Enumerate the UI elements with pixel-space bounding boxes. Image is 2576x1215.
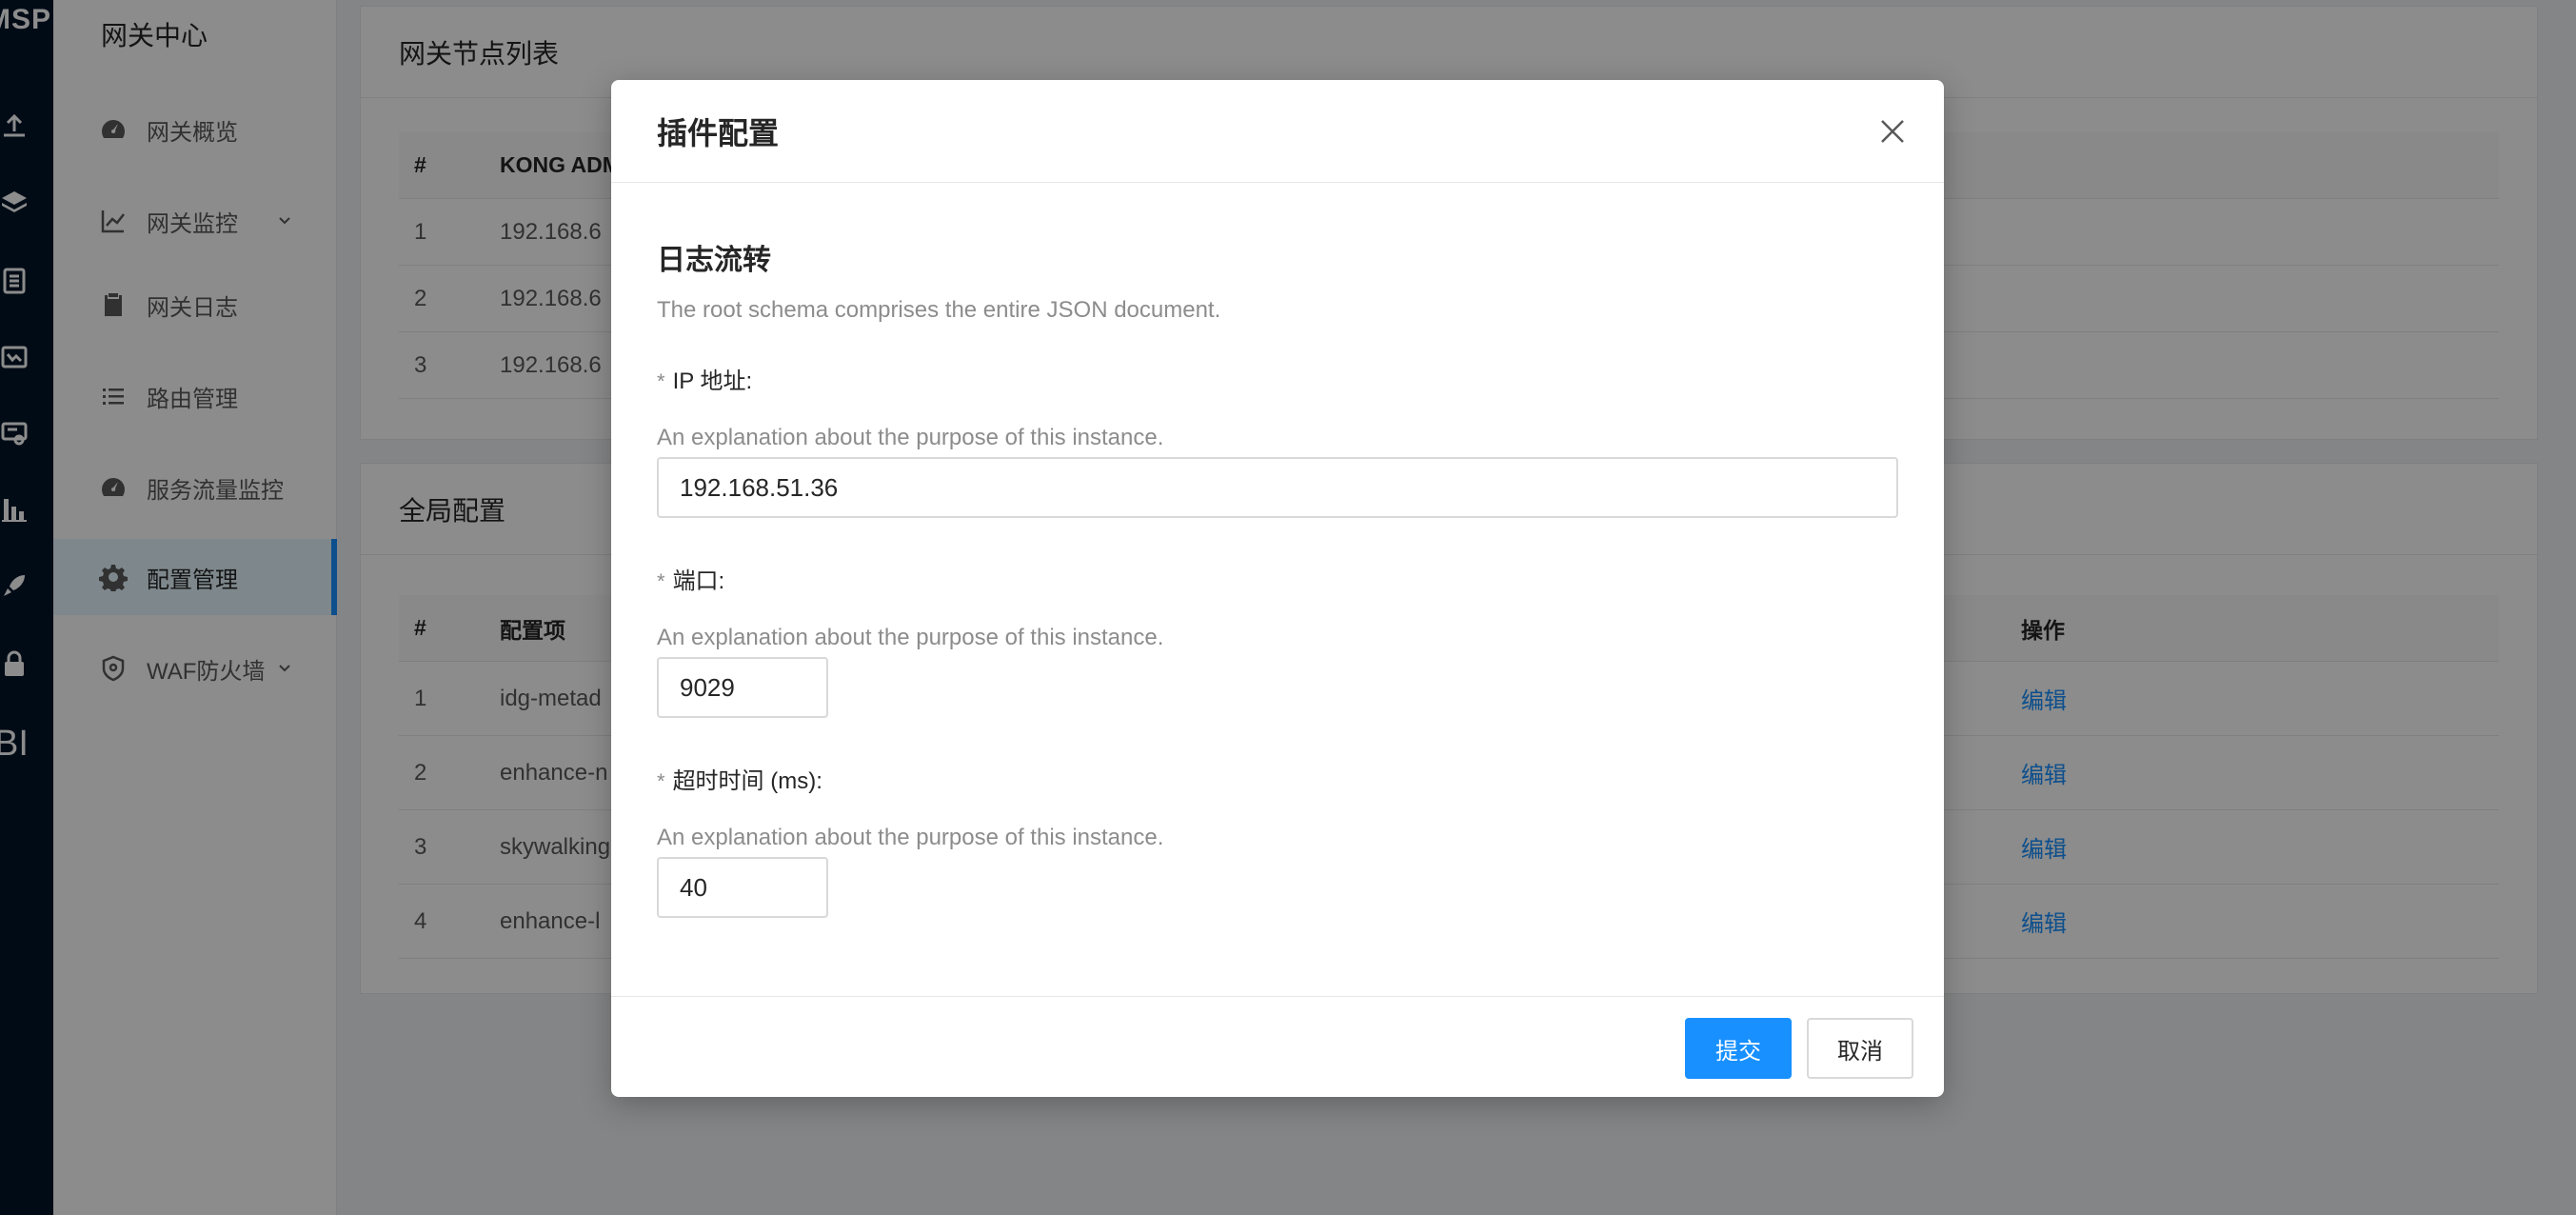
required-mark: * xyxy=(657,369,665,393)
ip-field-label: * IP 地址: xyxy=(657,362,752,395)
ip-label-text: IP 地址: xyxy=(672,368,753,394)
cancel-button[interactable]: 取消 xyxy=(1807,1018,1913,1079)
port-label-text: 端口: xyxy=(672,568,725,594)
timeout-field-label: * 超时时间 (ms): xyxy=(657,762,822,795)
submit-button[interactable]: 提交 xyxy=(1685,1018,1792,1079)
timeout-label-text: 超时时间 (ms): xyxy=(672,768,822,794)
required-mark: * xyxy=(657,569,665,593)
port-field-description: An explanation about the purpose of this… xyxy=(657,625,1164,650)
port-input[interactable] xyxy=(657,657,828,718)
modal-header: 插件配置 xyxy=(611,80,1944,183)
close-icon[interactable] xyxy=(1875,114,1910,149)
modal-title: 插件配置 xyxy=(657,115,780,150)
schema-description: The root schema comprises the entire JSO… xyxy=(657,297,1221,323)
required-mark: * xyxy=(657,769,665,793)
timeout-field-description: An explanation about the purpose of this… xyxy=(657,825,1164,850)
modal-footer: 提交 取消 xyxy=(611,996,1944,1097)
ip-field-description: An explanation about the purpose of this… xyxy=(657,425,1164,450)
timeout-input[interactable] xyxy=(657,857,828,918)
schema-title: 日志流转 xyxy=(657,245,771,276)
ip-address-input[interactable] xyxy=(657,457,1898,518)
plugin-config-modal: 插件配置 日志流转 The root schema comprises the … xyxy=(611,80,1944,1097)
port-field-label: * 端口: xyxy=(657,562,724,595)
